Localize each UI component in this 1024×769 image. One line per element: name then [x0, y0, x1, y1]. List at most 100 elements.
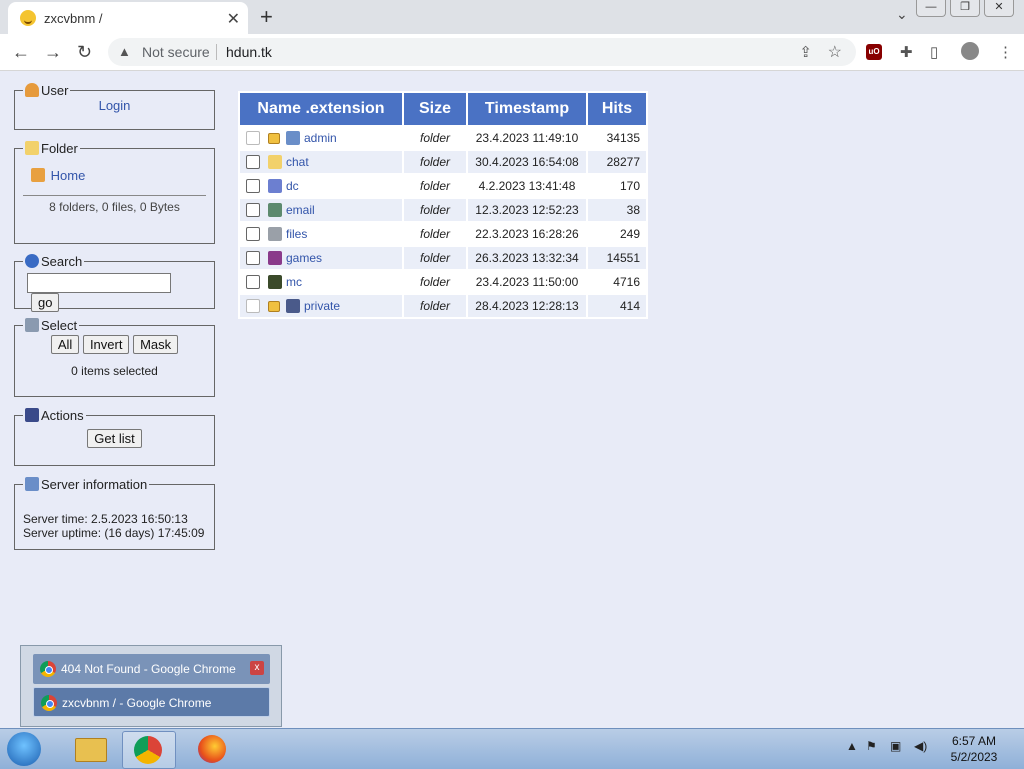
selection-status: 0 items selected [71, 364, 158, 378]
user-icon [25, 83, 39, 97]
warning-icon[interactable]: ▲ [118, 44, 131, 59]
folder-legend: Folder [23, 141, 80, 156]
search-panel: Search go [14, 254, 215, 312]
search-go-button[interactable]: go [31, 293, 60, 312]
select-mask-button[interactable]: Mask [133, 335, 179, 354]
not-secure-label[interactable]: Not secure [142, 44, 210, 60]
folder-icon [75, 738, 107, 762]
table-row: mc folder 23.4.2023 11:50:00 4716 [240, 271, 646, 293]
folder-summary: 8 folders, 0 files, 0 Bytes [49, 200, 180, 214]
reload-icon[interactable]: ↻ [77, 42, 92, 63]
folder-link[interactable]: admin [304, 131, 337, 145]
row-checkbox[interactable] [246, 179, 260, 194]
name-cell: private [240, 295, 402, 317]
omnibox-divider [216, 44, 217, 60]
action-center-flag-icon[interactable]: ⚑ [866, 739, 877, 753]
profile-avatar-icon[interactable] [961, 42, 979, 60]
back-arrow-icon[interactable]: ← [12, 42, 30, 63]
tab-close-icon[interactable]: ✕ [227, 9, 240, 29]
folder-link[interactable]: email [286, 203, 315, 217]
url-text[interactable]: hdun.tk [226, 44, 272, 60]
page-content: User Login Folder Home 8 folders, 0 file… [0, 71, 1024, 727]
explorer-taskbar-button[interactable] [64, 731, 116, 767]
window-item-zxcvbnm[interactable]: zxcvbnm / - Google Chrome [33, 687, 270, 717]
lock-icon [268, 132, 280, 144]
home-link[interactable]: Home [51, 168, 86, 183]
name-cell: email [240, 199, 402, 221]
drive-icon [268, 227, 282, 242]
taskbar-clock[interactable]: 6:57 AM 5/2/2023 [944, 733, 1004, 765]
folder-link[interactable]: dc [286, 179, 299, 193]
chrome-taskbar-button[interactable] [122, 731, 176, 769]
select-panel: Select All Invert Mask 0 items selected [14, 318, 215, 397]
folder-link[interactable]: mc [286, 275, 302, 289]
home-icon [31, 168, 45, 182]
volume-icon[interactable]: ◀) [914, 739, 927, 753]
open-folder-icon [25, 141, 39, 155]
get-list-button[interactable]: Get list [87, 429, 142, 448]
tab-search-chevron-icon[interactable]: ⌄ [896, 6, 908, 23]
table-row: dc folder 4.2.2023 13:41:48 170 [240, 175, 646, 197]
timestamp-cell: 26.3.2023 13:32:34 [468, 247, 586, 269]
table-row: games folder 26.3.2023 13:32:34 14551 [240, 247, 646, 269]
size-cell: folder [404, 127, 466, 149]
hits-cell: 28277 [588, 151, 646, 173]
firefox-taskbar-button[interactable] [186, 731, 238, 767]
windows-taskbar: ▲ ⚑ ▣ ◀) 6:57 AM 5/2/2023 [0, 728, 1024, 769]
new-tab-button[interactable]: + [260, 4, 273, 30]
name-cell: files [240, 223, 402, 245]
row-checkbox[interactable] [246, 275, 260, 290]
ublock-extension-icon[interactable]: uO [866, 44, 882, 60]
hits-cell: 34135 [588, 127, 646, 149]
row-checkbox[interactable] [246, 251, 260, 266]
window-controls: — ❐ ✕ [916, 0, 1014, 17]
browser-tab[interactable]: zxcvbnm / ✕ [8, 2, 248, 34]
server-legend: Server information [23, 477, 149, 492]
hits-cell: 14551 [588, 247, 646, 269]
menu-kebab-icon[interactable]: ⋮ [998, 43, 1013, 61]
forward-arrow-icon[interactable]: → [44, 42, 62, 63]
chrome-icon [40, 661, 56, 677]
clock-date: 5/2/2023 [950, 750, 998, 764]
table-row: chat folder 30.4.2023 16:54:08 28277 [240, 151, 646, 173]
timestamp-column-header[interactable]: Timestamp [468, 93, 586, 125]
bookmark-star-icon[interactable]: ☆ [828, 42, 842, 62]
timestamp-cell: 23.4.2023 11:49:10 [468, 127, 586, 149]
login-link[interactable]: Login [99, 98, 131, 113]
select-invert-button[interactable]: Invert [82, 335, 130, 354]
side-panel-icon[interactable]: ▯ [930, 43, 938, 61]
minimize-button[interactable]: — [916, 0, 946, 17]
folder-link[interactable]: private [304, 299, 340, 313]
window-item-404[interactable]: 404 Not Found - Google Chrome x [33, 654, 270, 684]
share-icon[interactable]: ⇪ [799, 43, 812, 61]
folder-link[interactable]: files [286, 227, 307, 241]
extensions-puzzle-icon[interactable]: ✚ [900, 43, 913, 61]
start-button[interactable] [7, 732, 41, 766]
row-checkbox[interactable] [246, 227, 260, 242]
window-close-icon[interactable]: x [250, 661, 264, 675]
address-bar[interactable]: ▲ Not secure hdun.tk ⇪ ☆ [108, 38, 856, 66]
network-icon[interactable]: ▣ [890, 739, 901, 753]
user-panel: User Login [14, 83, 215, 130]
window-close-button[interactable]: ✕ [984, 0, 1014, 17]
timestamp-cell: 22.3.2023 16:28:26 [468, 223, 586, 245]
size-column-header[interactable]: Size [404, 93, 466, 125]
row-checkbox[interactable] [246, 203, 260, 218]
hits-column-header[interactable]: Hits [588, 93, 646, 125]
tab-bar: zxcvbnm / ✕ + ⌄ — ❐ ✕ [0, 0, 1024, 34]
name-column-header[interactable]: Name .extension [240, 93, 402, 125]
actions-panel: Actions Get list [14, 408, 215, 466]
table-header-row: Name .extension Size Timestamp Hits [240, 93, 646, 125]
save-icon [286, 299, 300, 314]
select-all-button[interactable]: All [50, 335, 80, 354]
row-checkbox[interactable] [246, 155, 260, 170]
restore-button[interactable]: ❐ [950, 0, 980, 17]
folder-link[interactable]: games [286, 251, 322, 265]
table-row: admin folder 23.4.2023 11:49:10 34135 [240, 127, 646, 149]
actions-legend: Actions [23, 408, 86, 423]
table-row: private folder 28.4.2023 12:28:13 414 [240, 295, 646, 317]
folder-link[interactable]: chat [286, 155, 309, 169]
show-hidden-icons-icon[interactable]: ▲ [846, 739, 858, 753]
size-cell: folder [404, 271, 466, 293]
search-input[interactable] [27, 273, 171, 293]
